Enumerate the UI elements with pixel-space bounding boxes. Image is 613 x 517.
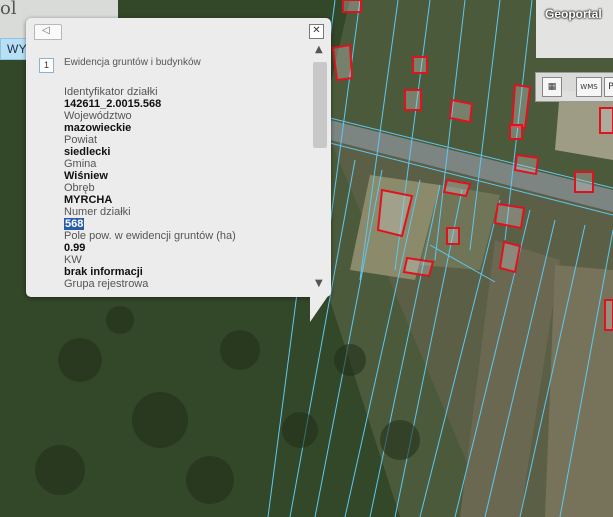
field-label: Numer działki bbox=[64, 206, 131, 218]
brand-label: Geoportal bbox=[545, 7, 602, 21]
field-value: 0.99 bbox=[64, 242, 86, 254]
collapse-arrow-icon: ◁ bbox=[42, 25, 50, 36]
layer-title: Ewidencja gruntów i budynków bbox=[64, 57, 201, 68]
field-label: Grupa rejestrowa bbox=[64, 278, 149, 290]
field-label: Powiat bbox=[64, 134, 98, 146]
field-value: siedlecki bbox=[64, 146, 111, 158]
field-label: Gmina bbox=[64, 158, 97, 170]
close-popup-button[interactable]: ✕ bbox=[309, 24, 324, 39]
map-toolbar: ▦ WMS P bbox=[535, 72, 613, 102]
field-label: Pole pow. w ewidencji gruntów (ha) bbox=[64, 230, 236, 242]
header-fragment: ol bbox=[0, 0, 17, 19]
field-value: brak informacji bbox=[64, 266, 143, 278]
result-number[interactable]: 1 bbox=[39, 58, 54, 73]
scroll-up-icon[interactable]: ▲ bbox=[315, 44, 323, 55]
field-label: KW bbox=[64, 254, 82, 266]
field-label: Obręb bbox=[64, 182, 95, 194]
field-label: Województwo bbox=[64, 110, 132, 122]
field-value: MYRCHA bbox=[64, 194, 113, 206]
scroll-down-icon[interactable]: ▼ bbox=[315, 278, 323, 289]
field-label: Identyfikator działki bbox=[64, 86, 158, 98]
field-value: Wiśniew bbox=[64, 170, 108, 182]
highlighted-parcel-number[interactable]: 568 bbox=[64, 218, 85, 230]
grid-icon[interactable]: ▦ bbox=[542, 77, 562, 97]
collapse-panel-button[interactable]: ◁ bbox=[34, 24, 62, 40]
field-value: 142611_2.0015.568 bbox=[64, 98, 162, 110]
popup-content: 1 Ewidencja gruntów i budynków Identyfik… bbox=[39, 56, 309, 292]
scroll-thumb[interactable] bbox=[313, 62, 327, 148]
popup-scrollbar[interactable]: ▲ ▼ bbox=[312, 42, 328, 294]
popup-pointer bbox=[310, 296, 328, 322]
attribute-list: Identyfikator działki 142611_2.0015.568 … bbox=[64, 86, 236, 290]
print-icon[interactable]: P bbox=[604, 77, 613, 97]
field-value: mazowieckie bbox=[64, 122, 132, 134]
wms-icon[interactable]: WMS bbox=[576, 77, 602, 97]
